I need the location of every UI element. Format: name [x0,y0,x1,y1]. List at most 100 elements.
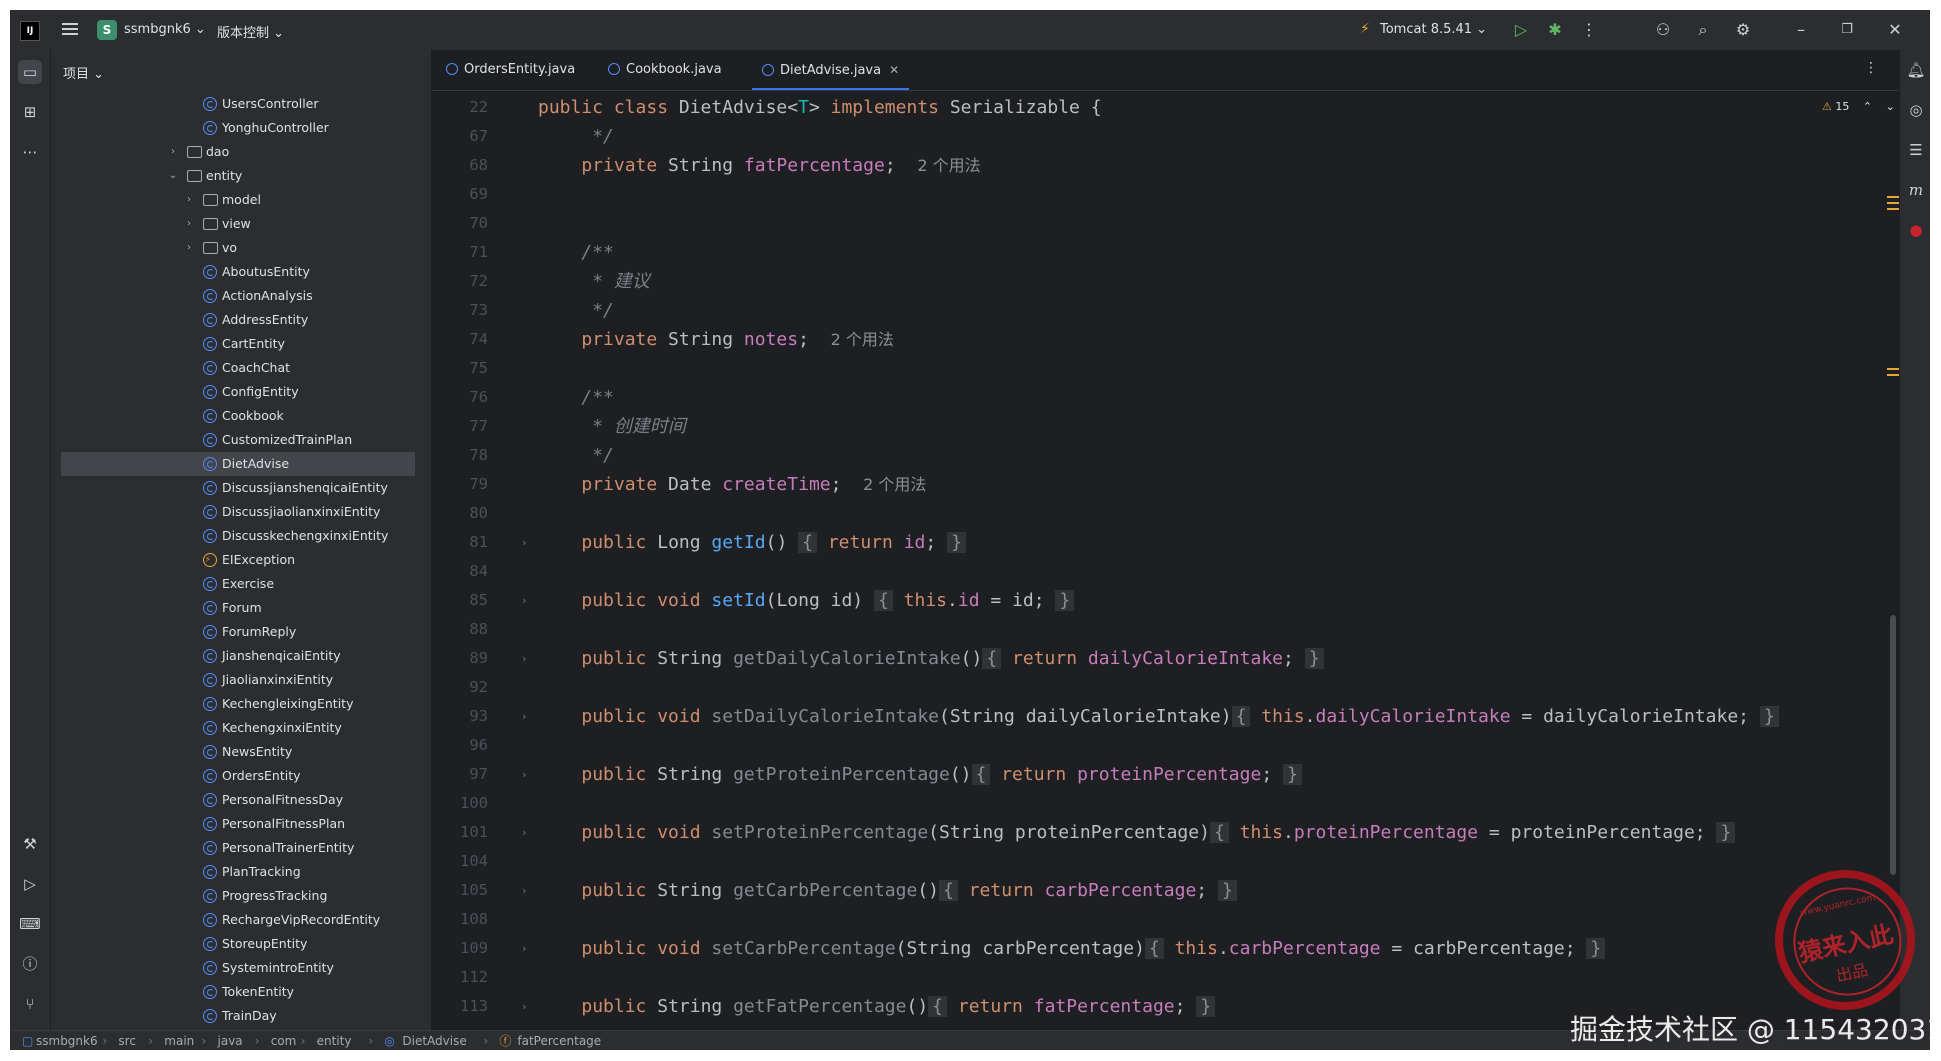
close-tab-icon[interactable]: ✕ [889,63,899,77]
code-line[interactable]: public Long getId() { return id; } [538,528,966,557]
tree-file[interactable]: TrainDay [51,1004,423,1028]
debug-icon[interactable]: ✱ [1544,19,1566,41]
fold-chevron-icon[interactable]: › [522,586,526,615]
code-line[interactable]: public class DietAdvise<T> implements Se… [538,93,1102,122]
warning-marker[interactable] [1887,208,1899,210]
code-line[interactable]: public void setProteinPercentage(String … [538,818,1736,847]
restore-icon[interactable]: ❐ [1836,19,1858,41]
breadcrumb-item[interactable]: fatPercentage [517,1031,601,1050]
settings-icon[interactable]: ⚙ [1732,19,1754,41]
run-icon[interactable]: ▷ [1510,19,1532,41]
code-line[interactable]: public String getCarbPercentage(){ retur… [538,876,1237,905]
tree-file[interactable]: PersonalFitnessPlan [51,812,423,836]
code-line[interactable]: public String getFatPercentage(){ return… [538,992,1216,1021]
structure-icon[interactable]: ⊞ [18,100,42,124]
tree-file[interactable]: DietAdvise [61,452,415,476]
run-config-selector[interactable]: Tomcat 8.5.41 ⌄ [1380,22,1487,37]
maven-icon[interactable]: m [1904,178,1928,202]
tree-folder[interactable]: › dao [51,140,423,164]
vcs-menu[interactable]: 版本控制 ⌄ [217,22,284,41]
tree-file[interactable]: Exercise [51,572,423,596]
tree-file[interactable]: ConfigEntity [51,380,423,404]
tab-options-icon[interactable]: ⋮ [1864,60,1878,76]
code-line[interactable]: * 建议 [538,267,650,296]
tree-file[interactable]: NewsEntity [51,740,423,764]
fold-chevron-icon[interactable]: › [522,992,526,1021]
code-line[interactable]: /** [538,383,614,412]
tree-file[interactable]: CartEntity [51,332,423,356]
tree-file[interactable]: KechengxinxiEntity [51,716,423,740]
tab-dietadvise[interactable]: DietAdvise.java ✕ [752,50,910,90]
run-icon[interactable]: ▷ [18,872,42,896]
code-line[interactable]: public void setId(Long id) { this.id = i… [538,586,1075,615]
tree-file[interactable]: KechengleixingEntity [51,692,423,716]
close-icon[interactable]: ✕ [1884,19,1906,41]
tree-file[interactable]: PlanTracking [51,860,423,884]
chevron-right-icon[interactable]: › [183,188,195,212]
code-line[interactable]: private String notes; 2 个用法 [538,325,894,354]
more-actions-icon[interactable]: ⋮ [1578,19,1600,41]
code-line[interactable]: public void setCarbPercentage(String car… [538,934,1606,963]
warning-marker[interactable] [1887,202,1899,204]
warning-marker[interactable] [1887,368,1899,370]
code-line[interactable]: */ [538,441,614,470]
git-icon[interactable]: ⑂ [18,992,42,1016]
tree-file[interactable]: EIException [51,548,423,572]
database-icon[interactable]: ☰ [1904,138,1928,162]
tree-file[interactable]: TokenEntity [51,980,423,1004]
tree-file[interactable]: YonghuController [51,116,423,140]
fold-chevron-icon[interactable]: › [522,644,526,673]
tree-file[interactable]: DiscussjiaolianxinxiEntity [51,500,423,524]
ai-assistant-icon[interactable]: ◎ [1904,98,1928,122]
tree-file[interactable]: JianshenqicaiEntity [51,644,423,668]
problems-icon[interactable]: ⓘ [18,952,42,976]
tree-file[interactable]: RechargeVipRecordEntity [51,908,423,932]
code-line[interactable]: /** [538,238,614,267]
tree-file[interactable]: Cookbook [51,404,423,428]
fold-chevron-icon[interactable]: › [522,876,526,905]
fold-chevron-icon[interactable]: › [522,818,526,847]
code-line[interactable]: * 创建时间 [538,412,686,441]
code-line[interactable]: public String getProteinPercentage(){ re… [538,760,1302,789]
code-line[interactable]: public String getDailyCalorieIntake(){ r… [538,644,1324,673]
minimize-icon[interactable]: – [1790,19,1812,41]
account-icon[interactable]: ⚇ [1652,19,1674,41]
tree-file[interactable]: StoreupEntity [51,932,423,956]
breadcrumb-item[interactable]: com [271,1031,297,1050]
code-line[interactable]: public void setDailyCalorieIntake(String… [538,702,1779,731]
tree-file[interactable]: DiscusskechengxinxiEntity [51,524,423,548]
warning-marker[interactable] [1887,374,1899,376]
mybatis-icon[interactable]: ● [1904,218,1928,242]
tree-file[interactable]: Forum [51,596,423,620]
tree-file[interactable]: PersonalTrainerEntity [51,836,423,860]
project-badge[interactable]: S [97,20,117,40]
folder-icon[interactable]: ▭ [18,60,42,84]
warning-marker[interactable] [1887,196,1899,198]
more-icon[interactable]: ⋯ [18,140,42,164]
intellij-logo-icon[interactable]: IJ [20,21,40,41]
tree-folder[interactable]: › model [51,188,423,212]
tab-cookbook[interactable]: Cookbook.java [608,50,722,90]
fold-chevron-icon[interactable]: › [522,760,526,789]
breadcrumb-item[interactable]: entity [317,1031,352,1050]
tree-file[interactable]: PersonalFitnessDay [51,788,423,812]
tree-folder[interactable]: ⌄ entity [51,164,423,188]
breadcrumb-item[interactable]: src [118,1031,136,1050]
breadcrumb-item[interactable]: DietAdvise [402,1031,466,1050]
chevron-right-icon[interactable]: › [183,236,195,260]
breadcrumb-item[interactable]: java [218,1031,243,1050]
fold-chevron-icon[interactable]: › [522,702,526,731]
tree-file[interactable]: OrdersEntity [51,764,423,788]
tab-ordersentity[interactable]: OrdersEntity.java [446,50,575,90]
fold-chevron-icon[interactable]: › [522,934,526,963]
project-panel-header[interactable]: 项目 ⌄ [63,63,104,82]
code-line[interactable]: private String fatPercentage; 2 个用法 [538,151,980,180]
breadcrumb-item[interactable]: ssmbgnk6 [36,1031,98,1050]
tree-file[interactable]: AboutusEntity [51,260,423,284]
tree-file[interactable]: CustomizedTrainPlan [51,428,423,452]
build-icon[interactable]: ⚒ [18,832,42,856]
chevron-right-icon[interactable]: › [167,140,179,164]
terminal-icon[interactable]: ⌨ [18,912,42,936]
code-line[interactable]: */ [538,296,614,325]
editor-scrollbar[interactable] [1890,615,1896,875]
